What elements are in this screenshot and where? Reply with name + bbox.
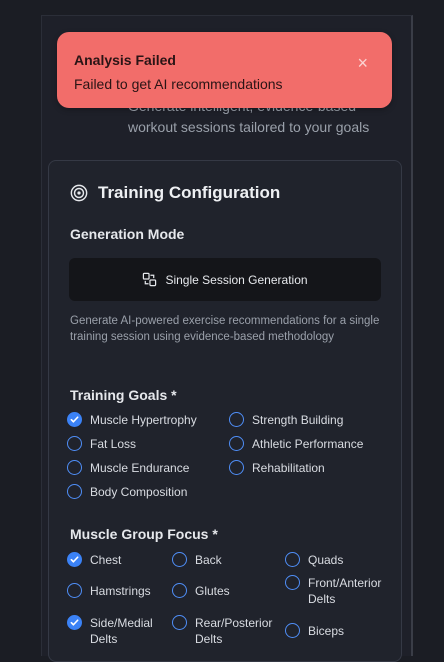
option-label: Athletic Performance <box>252 437 364 451</box>
option-label: Back <box>195 553 222 567</box>
option-front-anterior-delts[interactable]: Front/Anterior Delts <box>285 575 385 607</box>
radio-icon[interactable] <box>172 583 187 598</box>
option-label: Rehabilitation <box>252 461 325 475</box>
option-label: Hamstrings <box>90 584 151 598</box>
radio-icon[interactable] <box>172 552 187 567</box>
shuffle-icon <box>143 272 157 287</box>
radio-icon[interactable] <box>172 615 187 630</box>
radio-icon[interactable] <box>67 484 82 499</box>
training-goals-label: Training Goals * <box>70 387 177 403</box>
toast-title: Analysis Failed <box>74 52 176 68</box>
option-label: Muscle Endurance <box>90 461 190 475</box>
checked-radio-icon[interactable] <box>67 412 82 427</box>
mode-description: Generate AI-powered exercise recommendat… <box>70 315 380 343</box>
option-quads[interactable]: Quads <box>285 552 385 568</box>
option-hamstrings[interactable]: Hamstrings <box>67 583 167 599</box>
option-label: Side/Medial Delts <box>90 616 153 646</box>
option-chest[interactable]: Chest <box>67 552 167 568</box>
training-configuration-card: Training Configuration Generation Mode S… <box>48 160 402 662</box>
option-label: Strength Building <box>252 413 344 427</box>
single-session-button[interactable]: Single Session Generation <box>69 258 381 301</box>
radio-icon[interactable] <box>229 412 244 427</box>
radio-icon[interactable] <box>285 623 300 638</box>
option-label: Fat Loss <box>90 437 137 451</box>
option-side-medial-delts[interactable]: Side/Medial Delts <box>67 615 167 647</box>
radio-icon[interactable] <box>67 460 82 475</box>
option-muscle-hypertrophy[interactable]: Muscle Hypertrophy <box>67 412 217 428</box>
option-label: Front/Anterior Delts <box>308 576 382 606</box>
toast-message: Failed to get AI recommendations <box>74 76 283 92</box>
error-toast: Analysis Failed Failed to get AI recomme… <box>57 32 392 108</box>
radio-icon[interactable] <box>67 436 82 451</box>
radio-icon[interactable] <box>285 552 300 567</box>
radio-icon[interactable] <box>67 583 82 598</box>
checked-radio-icon[interactable] <box>67 615 82 630</box>
card-title: Training Configuration <box>98 183 281 202</box>
target-icon <box>70 184 88 202</box>
option-label: Muscle Hypertrophy <box>90 413 197 427</box>
option-label: Rear/Posterior Delts <box>195 616 273 646</box>
option-strength-building[interactable]: Strength Building <box>229 412 379 428</box>
option-glutes[interactable]: Glutes <box>172 583 272 599</box>
option-fat-loss[interactable]: Fat Loss <box>67 436 217 452</box>
option-muscle-endurance[interactable]: Muscle Endurance <box>67 460 217 476</box>
option-athletic-performance[interactable]: Athletic Performance <box>229 436 379 452</box>
muscle-group-label: Muscle Group Focus * <box>70 526 218 542</box>
option-label: Glutes <box>195 584 230 598</box>
option-rear-posterior-delts[interactable]: Rear/Posterior Delts <box>172 615 272 647</box>
option-body-composition[interactable]: Body Composition <box>67 484 217 500</box>
option-label: Biceps <box>308 624 345 638</box>
option-label: Chest <box>90 553 122 567</box>
generation-mode-label: Generation Mode <box>70 226 185 242</box>
close-icon[interactable]: × <box>357 54 368 72</box>
option-label: Body Composition <box>90 485 188 499</box>
option-biceps[interactable]: Biceps <box>285 623 385 639</box>
mode-button-label: Single Session Generation <box>165 272 308 287</box>
card-header: Training Configuration <box>70 183 280 203</box>
option-label: Quads <box>308 553 344 567</box>
option-back[interactable]: Back <box>172 552 272 568</box>
checked-radio-icon[interactable] <box>67 552 82 567</box>
radio-icon[interactable] <box>285 575 300 590</box>
radio-icon[interactable] <box>229 436 244 451</box>
radio-icon[interactable] <box>229 460 244 475</box>
option-rehabilitation[interactable]: Rehabilitation <box>229 460 379 476</box>
